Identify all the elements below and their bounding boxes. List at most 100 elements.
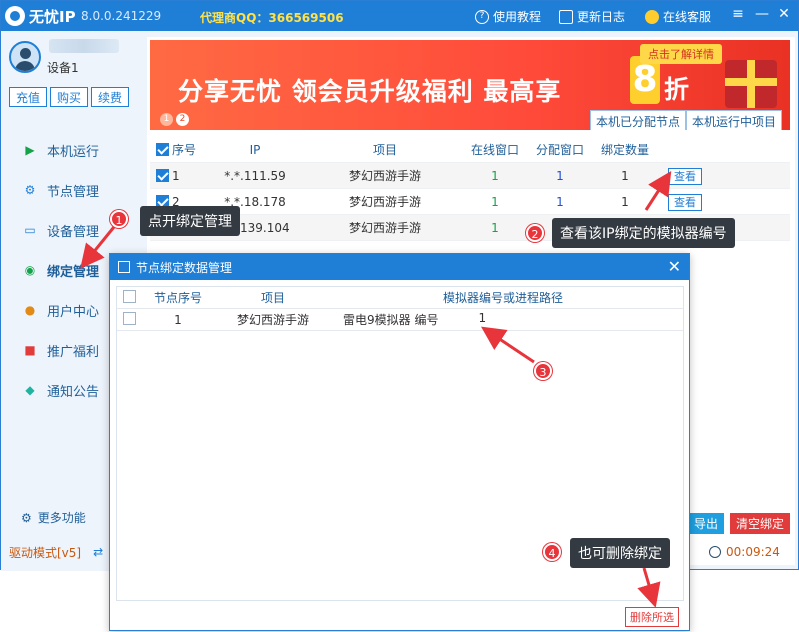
sidebar-item-label: 设备管理 [47, 224, 100, 240]
minimize-button[interactable]: — [753, 6, 771, 22]
table-row[interactable]: 2 *.*.18.178 梦幻西游手游 1 1 1 查看 [150, 189, 790, 215]
menu-icon[interactable]: ≡ [729, 6, 747, 22]
gift-box-icon [725, 60, 777, 108]
tutorial-link[interactable]: ? 使用教程 [475, 8, 541, 25]
device-name: 设备1 [47, 61, 79, 75]
header-select [117, 289, 143, 306]
row-checkbox[interactable] [123, 311, 136, 325]
support-label: 在线客服 [663, 10, 712, 24]
table-header: 序号 IP 项目 在线窗口 分配窗口 绑定数量 [150, 137, 790, 163]
agent-qq: 代理商QQ：366569506 [200, 9, 344, 26]
renew-button[interactable]: 续费 [91, 87, 130, 107]
view-button[interactable]: 查看 [668, 193, 702, 211]
row-action: 查看 [655, 193, 715, 211]
export-button[interactable]: 导出 [688, 513, 725, 534]
sidebar-item-promo[interactable]: ■ 推广福利 [21, 339, 99, 361]
banner-detail-button[interactable]: 点击了解详情 [640, 44, 722, 64]
sidebar-item-local-run[interactable]: ▶ 本机运行 [21, 139, 99, 161]
row-project: 梦幻西游手游 [348, 169, 421, 183]
row-no: 1 [172, 168, 180, 183]
sidebar-item-label: 本机运行 [47, 144, 100, 160]
table-row[interactable]: 1 梦幻西游手游 雷电9模拟器 编号 1 [117, 309, 683, 331]
pager-dot-2[interactable]: 2 [176, 113, 189, 126]
close-button[interactable]: ✕ [775, 6, 793, 22]
header-select: 序号 [150, 141, 205, 158]
document-icon [559, 9, 573, 24]
sidebar-item-label: 节点管理 [47, 184, 100, 200]
step-badge-4: 4 [543, 543, 561, 561]
window-icon [118, 261, 130, 273]
sidebar-item-devices[interactable]: ▭ 设备管理 [21, 219, 99, 241]
bell-icon: ◆ [25, 383, 35, 397]
sidebar-item-notices[interactable]: ◆ 通知公告 [21, 379, 99, 401]
app-logo-icon [5, 6, 25, 26]
bind-icon: ◉ [24, 263, 36, 277]
user-icon: ● [24, 303, 36, 317]
col-no: 序号 [172, 143, 197, 157]
table-header: 节点序号 项目 模拟器编号或进程路径 [117, 287, 683, 309]
tab-assigned-nodes[interactable]: 本机已分配节点 [590, 110, 687, 130]
timer-value: 00:09:24 [726, 545, 780, 559]
col-assigned: 分配窗口 [535, 143, 584, 157]
select-all-checkbox[interactable] [123, 289, 136, 303]
title-bar: 无忧IP 8.0.0.241229 代理商QQ：366569506 ? 使用教程 … [1, 1, 798, 31]
col-ip: IP [249, 142, 261, 157]
callout-open-binding: 点开绑定管理 [140, 206, 240, 236]
support-link[interactable]: 在线客服 [645, 8, 711, 25]
step-badge-2: 2 [526, 224, 544, 242]
row-online: 1 [491, 220, 499, 235]
row-ip: *.*.111.59 [224, 168, 286, 183]
emulator-number: 1 [478, 311, 487, 325]
col-project: 项目 [372, 143, 397, 157]
blurred-username [49, 39, 119, 53]
clock-icon [709, 546, 721, 558]
avatar[interactable] [9, 41, 41, 73]
agent-label: 代理商QQ： [200, 11, 269, 25]
table-row[interactable]: 1 *.*.111.59 梦幻西游手游 1 1 1 查看 [150, 163, 790, 189]
node-tabs: 本机已分配节点 本机运行中项目 [590, 110, 783, 130]
changelog-link[interactable]: 更新日志 [559, 8, 625, 25]
callout-view-emulator: 查看该IP绑定的模拟器编号 [552, 218, 735, 248]
step-badge-1: 1 [110, 210, 128, 228]
banner-text: 分享无忧 领会员升级福利 最高享 [178, 77, 562, 106]
row-emulator: 雷电9模拟器 编号 1 [333, 311, 673, 328]
more-label: 更多功能 [37, 511, 86, 525]
app-name: 无忧IP [29, 8, 76, 26]
support-icon [645, 9, 659, 24]
row-assigned: 1 [556, 168, 564, 183]
buy-button[interactable]: 购买 [50, 87, 89, 107]
row-checkbox[interactable] [156, 169, 169, 182]
sidebar-item-nodes[interactable]: ⚙ 节点管理 [21, 179, 99, 201]
view-button[interactable]: 查看 [668, 167, 702, 185]
drive-mode-label: 驱动模式[v5] [9, 545, 82, 560]
banner-pager: 1 2 [160, 113, 189, 126]
changelog-label: 更新日志 [577, 10, 626, 24]
play-icon: ▶ [25, 143, 35, 157]
topup-button[interactable]: 充值 [9, 87, 48, 107]
device-icon: ▭ [24, 223, 36, 237]
row-project: 梦幻西游手游 [236, 313, 309, 327]
switch-icon[interactable]: ⇄ [93, 545, 103, 559]
sidebar-item-user-center[interactable]: ● 用户中心 [21, 299, 99, 321]
tab-running-projects[interactable]: 本机运行中项目 [686, 110, 783, 130]
select-all-checkbox[interactable] [156, 143, 169, 156]
dialog-title-bar: 节点绑定数据管理 [110, 254, 689, 280]
gear-icon: ⚙ [21, 510, 32, 525]
banner-zhe: 折 [664, 75, 690, 104]
delete-selected-button[interactable]: 删除所选 [625, 607, 679, 627]
col-bound: 绑定数量 [600, 143, 649, 157]
clear-binding-button[interactable]: 清空绑定 [730, 513, 791, 534]
dialog-title: 节点绑定数据管理 [136, 260, 233, 275]
sidebar-item-label: 用户中心 [47, 304, 100, 320]
agent-qq-number: 366569506 [268, 11, 344, 25]
sidebar-item-binding[interactable]: ◉ 绑定管理 [21, 259, 99, 281]
dialog-close-icon[interactable]: ✕ [668, 257, 681, 276]
app-version: 8.0.0.241229 [81, 9, 162, 23]
more-features[interactable]: ⚙ 更多功能 [21, 509, 86, 526]
row-online: 1 [491, 194, 499, 209]
row-bound: 1 [621, 168, 629, 183]
binding-dialog: 节点绑定数据管理 ✕ 节点序号 项目 模拟器编号或进程路径 1 梦幻西游手游 雷… [109, 253, 690, 631]
col-project: 项目 [260, 291, 285, 305]
promo-banner[interactable]: 分享无忧 领会员升级福利 最高享 8 折 点击了解详情 1 2 本机已分配节点 … [150, 40, 790, 130]
pager-dot-1[interactable]: 1 [160, 113, 173, 126]
